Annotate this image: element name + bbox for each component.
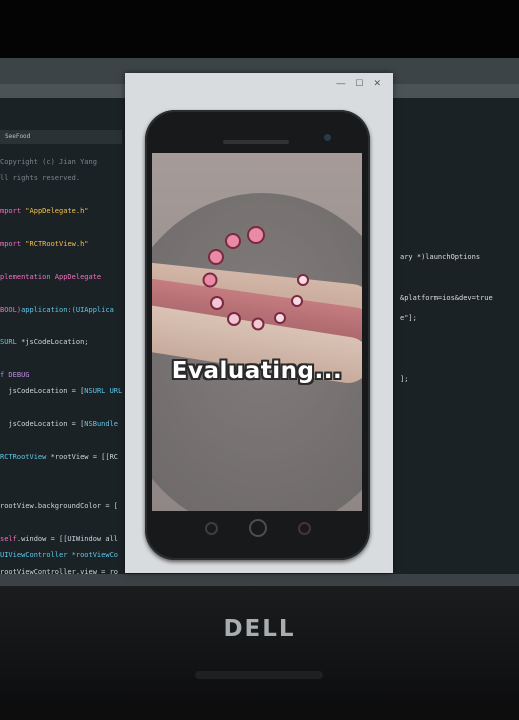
home-button-icon[interactable] [249, 519, 267, 537]
phone-nav-bar [145, 512, 370, 548]
code-token: mport [0, 207, 26, 216]
phone-device: Evaluating... [145, 110, 370, 560]
phone-screen[interactable]: Evaluating... [152, 153, 362, 511]
spinner-dot [291, 295, 303, 307]
code-token: RCTRootView [0, 453, 51, 462]
close-button[interactable]: ✕ [373, 77, 381, 89]
code-token: *jsCodeLocation; [21, 338, 89, 347]
spinner-dot [251, 317, 265, 331]
spinner-dot [202, 272, 218, 288]
monitor-brand-logo: DELL [223, 616, 296, 642]
minimize-button[interactable]: — [336, 77, 345, 89]
code-token: SURL [0, 338, 22, 347]
spinner-dot [227, 312, 241, 326]
back-button-icon[interactable] [205, 522, 218, 535]
code-fragment-platform: &platform=ios&dev=true [400, 294, 493, 302]
code-token: NSBundle [84, 420, 119, 429]
recent-apps-button-icon[interactable] [298, 522, 311, 535]
code-token: self [0, 534, 17, 543]
spinner-dot [274, 312, 286, 324]
code-token: BOOL) [0, 305, 22, 314]
window-controls: — ☐ ✕ [336, 77, 381, 89]
code-token: "AppDelegate.h" [25, 207, 89, 216]
code-fragment-launch-options: ary *)launchOptions [400, 253, 481, 261]
code-token: rootView.backgroundColor = [ [0, 502, 119, 511]
ide-status-bar [0, 574, 519, 586]
evaluating-status-text: Evaluating... [171, 358, 343, 384]
code-token: jsCodeLocation = [ [0, 420, 85, 429]
code-fragment-bundle: e"]; [400, 314, 417, 322]
code-token: "RCTRootView.h" [25, 239, 89, 248]
monitor-stand [195, 671, 323, 679]
code-token: ll rights reserved. [0, 174, 81, 183]
spinner-dot [247, 226, 265, 244]
code-token: jsCodeLocation = [ [0, 387, 85, 396]
code-token: f DEBUG [0, 371, 30, 380]
spinner-dot [297, 274, 309, 286]
phone-earpiece [223, 140, 289, 144]
desk-surface [0, 700, 519, 720]
code-token: plementation AppDelegate [0, 272, 102, 281]
spinner-dot [208, 249, 224, 265]
ide-file-tab[interactable]: SeeFood [0, 130, 122, 144]
code-token: application:(UIApplica [21, 305, 114, 314]
code-token: NSURL URL [84, 387, 123, 396]
code-token: UIViewController *rootViewCo [0, 551, 119, 560]
loading-spinner-icon [202, 226, 309, 331]
code-token: Copyright (c) Jian Yang [0, 158, 97, 166]
code-token: mport [0, 239, 26, 248]
monitor-top-bezel [0, 0, 519, 58]
maximize-button[interactable]: ☐ [355, 77, 363, 89]
code-fragment-background: ]; [400, 375, 409, 383]
code-token: .window = [[UIWindow all [16, 534, 119, 543]
spinner-dot [225, 233, 241, 249]
spinner-dot [210, 296, 224, 310]
phone-front-camera [324, 134, 331, 141]
code-token: *rootView = [[RC [50, 453, 119, 462]
